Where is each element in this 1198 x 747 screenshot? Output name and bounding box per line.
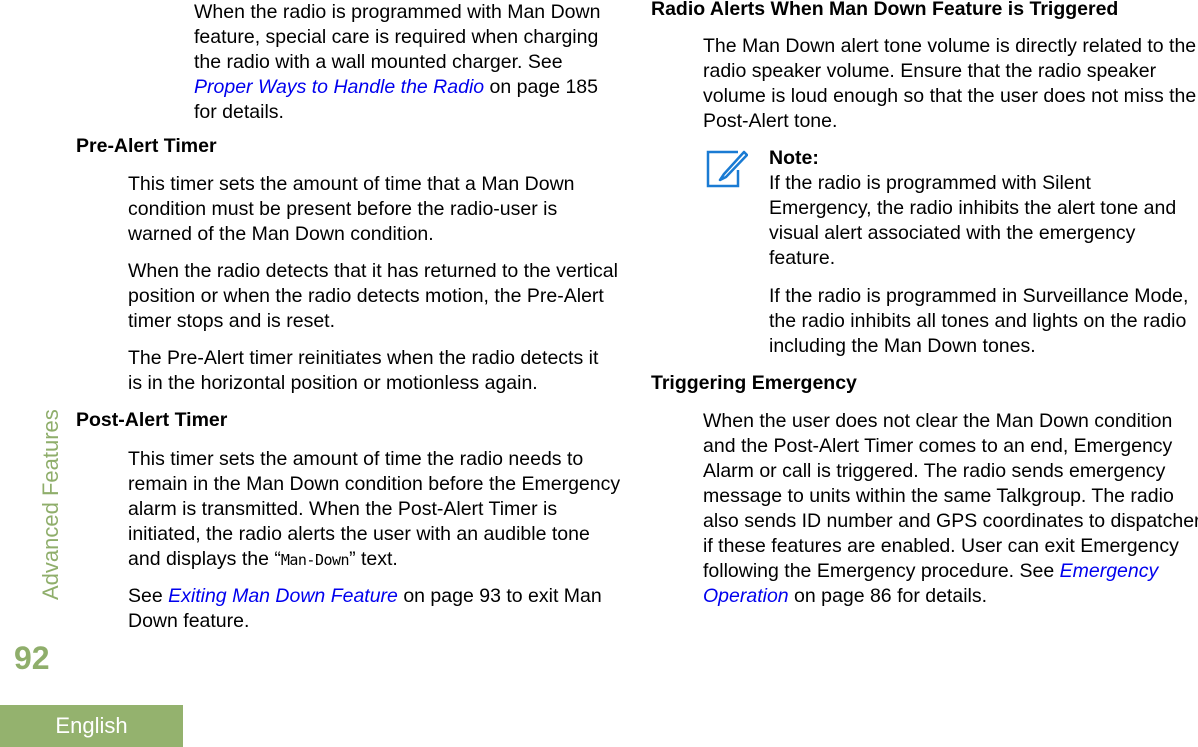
- note-paragraph-2: If the radio is programmed in Surveillan…: [769, 285, 1189, 357]
- intro-paragraph: When the radio is programmed with Man Do…: [194, 1, 601, 123]
- radio-alerts-heading: Radio Alerts When Man Down Feature is Tr…: [651, 0, 1119, 20]
- proper-ways-link[interactable]: Proper Ways to Handle the Radio: [194, 76, 484, 98]
- exiting-man-down-link[interactable]: Exiting Man Down Feature: [168, 585, 398, 607]
- post-alert-p1: This timer sets the amount of time the r…: [128, 448, 621, 570]
- note-paragraph-1: If the radio is programmed with Silent E…: [769, 172, 1177, 269]
- pre-alert-p1: This timer sets the amount of time that …: [128, 173, 575, 245]
- pre-alert-heading: Pre-Alert Timer: [76, 135, 217, 157]
- display-text: Man-Down: [280, 551, 350, 569]
- page-number: 92: [14, 640, 50, 676]
- post-alert-heading: Post-Alert Timer: [76, 409, 228, 431]
- pre-alert-p3: The Pre-Alert timer reinitiates when the…: [128, 347, 599, 394]
- pre-alert-p2: When the radio detects that it has retur…: [128, 260, 618, 332]
- radio-alerts-p1: The Man Down alert tone volume is direct…: [703, 35, 1197, 132]
- triggering-emergency-heading: Triggering Emergency: [651, 372, 857, 394]
- note-label: Note:: [769, 147, 819, 169]
- language-tab: English: [0, 705, 183, 747]
- section-label: Advanced Features: [38, 409, 63, 600]
- note-pencil-icon: [706, 150, 748, 188]
- triggering-emergency-p1: When the user does not clear the Man Dow…: [703, 410, 1198, 607]
- post-alert-p2: See Exiting Man Down Feature on page 93 …: [128, 585, 602, 632]
